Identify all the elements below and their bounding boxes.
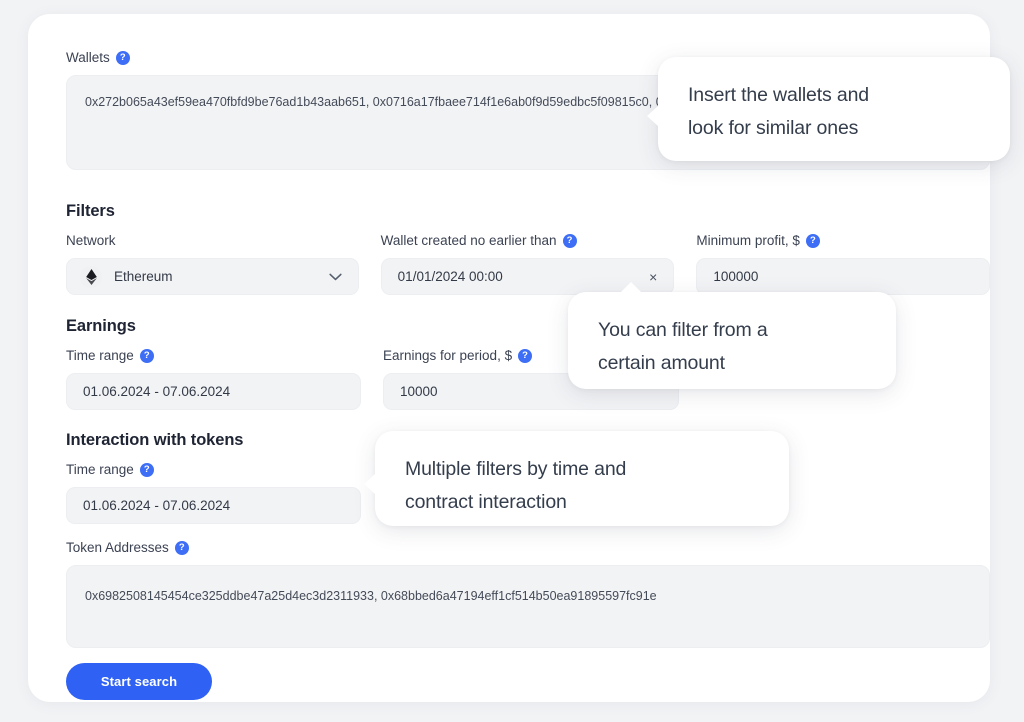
interaction-time-range-group: Time range ? 01.06.2024 - 07.06.2024 [66, 462, 361, 524]
earnings-time-range-input[interactable]: 01.06.2024 - 07.06.2024 [66, 373, 361, 410]
network-label: Network [66, 233, 359, 249]
minimum-profit-label: Minimum profit, $ ? [696, 233, 990, 249]
interaction-time-range-label-text: Time range [66, 462, 134, 477]
wallet-created-label: Wallet created no earlier than ? [381, 233, 675, 249]
callout-line-2: certain amount [598, 352, 725, 374]
minimum-profit-field-group: Minimum profit, $ ? 100000 [696, 233, 990, 295]
filters-section-title: Filters [66, 202, 115, 220]
token-addresses-label-text: Token Addresses [66, 540, 169, 555]
interaction-time-range-label: Time range ? [66, 462, 361, 478]
earnings-time-range-label: Time range ? [66, 348, 361, 364]
wallet-created-value: 01/01/2024 00:00 [397, 269, 503, 284]
minimum-profit-input[interactable]: 100000 [696, 258, 990, 295]
callout-line-2: contract interaction [405, 491, 567, 513]
minimum-profit-label-text: Minimum profit, $ [696, 233, 800, 248]
earnings-section-title: Earnings [66, 317, 136, 335]
token-addresses-group: Token Addresses ? 0x6982508145454ce325dd… [66, 540, 990, 648]
earnings-time-range-group: Time range ? 01.06.2024 - 07.06.2024 [66, 348, 361, 410]
network-select-value: Ethereum [114, 269, 173, 284]
earnings-period-amount-label-text: Earnings for period, $ [383, 348, 513, 363]
interaction-section-title: Interaction with tokens [66, 431, 244, 449]
interaction-time-range-input[interactable]: 01.06.2024 - 07.06.2024 [66, 487, 361, 524]
help-icon[interactable]: ? [518, 349, 533, 363]
callout-bubble-filter-amount: You can filter from a certain amount [568, 282, 896, 389]
network-field-group: Network Ethereum [66, 233, 359, 295]
token-addresses-label: Token Addresses ? [66, 540, 990, 556]
wallets-label-text: Wallets [66, 50, 110, 65]
callout-tail [364, 473, 376, 495]
help-icon[interactable]: ? [174, 541, 189, 555]
page-root: Wallets ? 0x272b065a43ef59ea470fbfd9be76… [0, 0, 1024, 722]
help-icon[interactable]: ? [139, 349, 154, 363]
earnings-time-range-label-text: Time range [66, 348, 134, 363]
callout-tail [647, 105, 659, 127]
network-select[interactable]: Ethereum [66, 258, 359, 295]
callout-bubble-wallets: Insert the wallets and look for similar … [647, 57, 1010, 161]
help-icon[interactable]: ? [115, 51, 130, 65]
callout-bubble-multiple-filters: Multiple filters by time and contract in… [364, 431, 789, 526]
callout-line-1: You can filter from a [598, 319, 768, 341]
network-label-text: Network [66, 233, 116, 248]
network-select-value-wrap: Ethereum [80, 265, 173, 288]
close-icon[interactable]: × [649, 270, 657, 284]
filters-row: Network Ethereum Wallet created no earli… [66, 233, 990, 295]
callout-line-2: look for similar ones [688, 117, 859, 139]
callout-tail [620, 282, 642, 293]
wallet-created-label-text: Wallet created no earlier than [380, 233, 557, 248]
help-icon[interactable]: ? [562, 234, 577, 248]
ethereum-icon [80, 265, 102, 288]
start-search-button[interactable]: Start search [66, 663, 212, 700]
token-addresses-textarea[interactable]: 0x6982508145454ce325ddbe47a25d4ec3d23119… [66, 565, 990, 648]
callout-line-1: Insert the wallets and [688, 84, 869, 106]
chevron-down-icon[interactable] [329, 273, 342, 281]
help-icon[interactable]: ? [805, 234, 820, 248]
callout-line-1: Multiple filters by time and [405, 458, 627, 480]
help-icon[interactable]: ? [139, 463, 154, 477]
